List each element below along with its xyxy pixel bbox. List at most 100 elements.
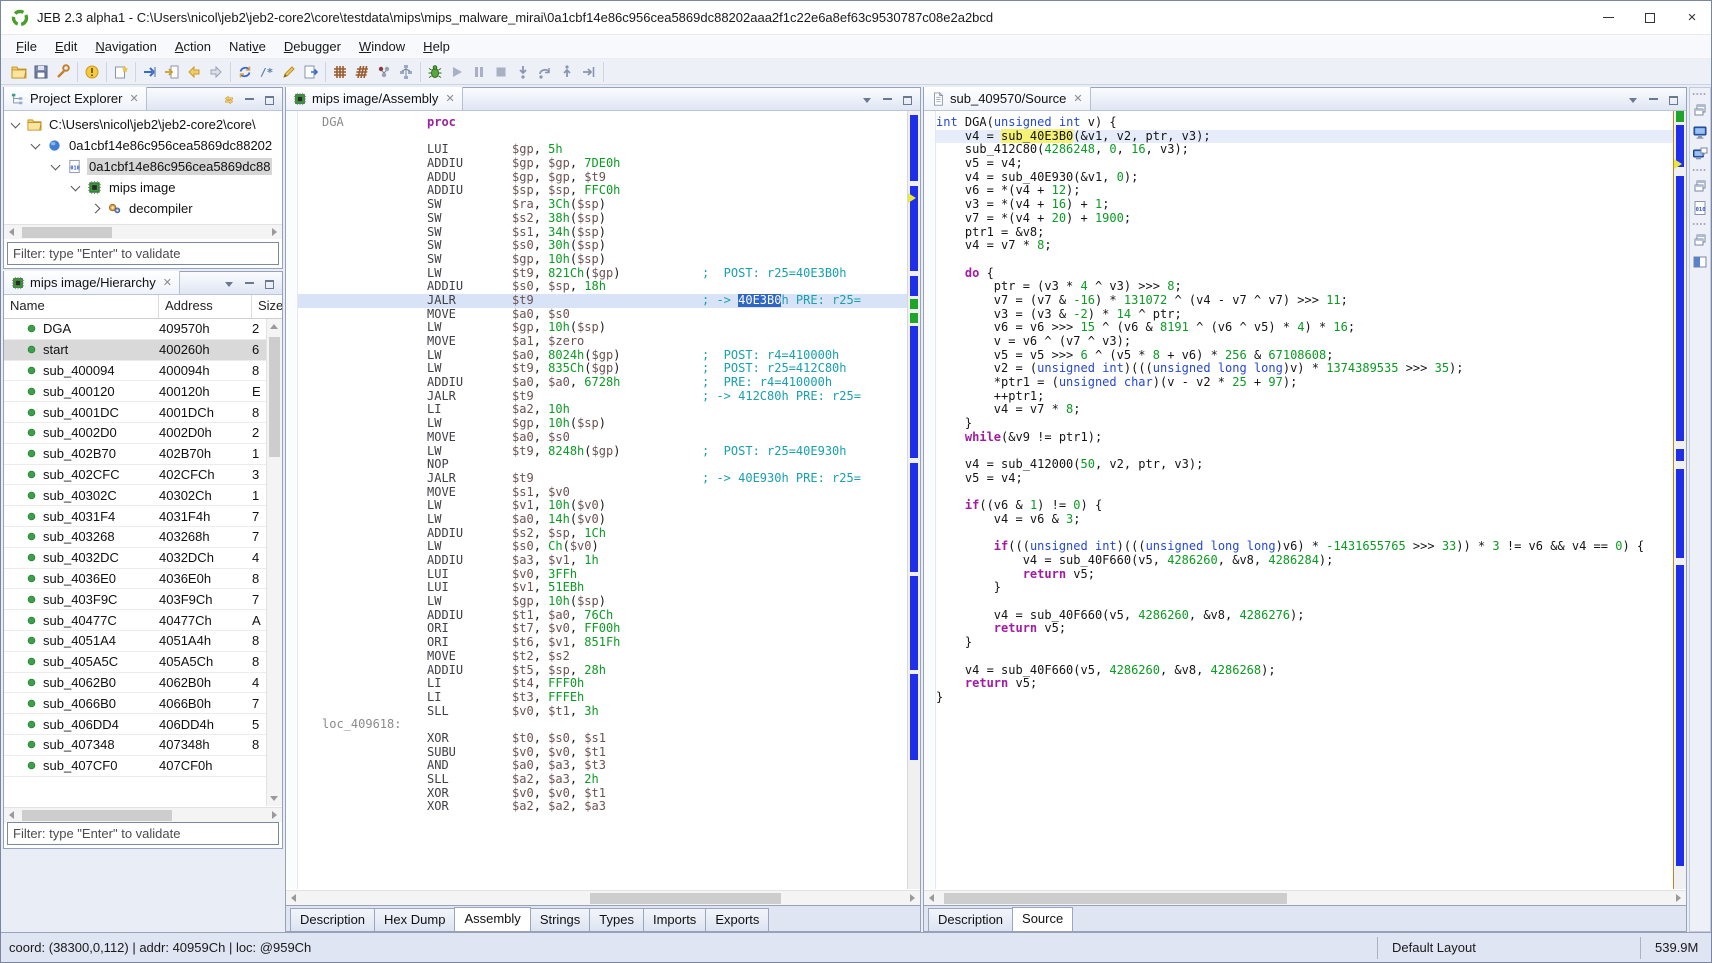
project-filter-input[interactable] xyxy=(7,242,279,265)
step-out-icon[interactable] xyxy=(556,62,578,82)
debugger-bug-icon[interactable] xyxy=(424,62,446,82)
column-header-name[interactable]: Name xyxy=(4,295,159,318)
close-icon[interactable]: ✕ xyxy=(445,92,454,105)
source-line[interactable]: return v5; xyxy=(936,622,1673,636)
control-flow-icon[interactable] xyxy=(395,62,417,82)
asm-line[interactable]: SLL$a2, $a3, 2h xyxy=(298,773,907,787)
asm-line[interactable]: LW$gp, 10h($sp) xyxy=(298,417,907,431)
source-line[interactable]: } xyxy=(936,636,1673,650)
asm-line[interactable]: SLL$v0, $t1, 3h xyxy=(298,705,907,719)
source-line[interactable]: v7 = *(v4 + 20) + 1900; xyxy=(936,212,1673,226)
source-line[interactable] xyxy=(936,650,1673,664)
asm-line[interactable]: LUI$v1, 51EBh xyxy=(298,581,907,595)
source-line[interactable]: ptr1 = &v8; xyxy=(936,226,1673,240)
tab-description[interactable]: Description xyxy=(928,908,1013,931)
source-line-selected[interactable]: v4 = sub_40E3B0(&v1, v2, ptr, v3); xyxy=(936,130,1673,144)
asm-line[interactable]: XOR$v0, $v0, $t1 xyxy=(298,787,907,801)
asm-line[interactable]: LW$s0, Ch($v0) xyxy=(298,540,907,554)
table-row-sub_40477c[interactable]: sub_40477C40477ChA xyxy=(4,610,266,631)
column-header-size[interactable]: Size xyxy=(252,295,282,318)
open-project-icon[interactable] xyxy=(8,62,30,82)
step-over-icon[interactable] xyxy=(534,62,556,82)
xref-grid-icon[interactable] xyxy=(329,62,351,82)
asm-line[interactable]: SW$gp, 10h($sp) xyxy=(298,253,907,267)
source-line[interactable] xyxy=(936,527,1673,541)
tools-icon[interactable] xyxy=(52,62,74,82)
source-line[interactable]: v4 = sub_40F660(v5, 4286260, &v8, 428628… xyxy=(936,554,1673,568)
menu-navigation[interactable]: Navigation xyxy=(86,37,165,56)
menu-native[interactable]: Native xyxy=(220,37,275,56)
source-line[interactable]: v4 = sub_412000(50, v2, ptr, v3); xyxy=(936,458,1673,472)
restore-icon[interactable] xyxy=(1690,230,1710,250)
table-row-sub_4066b0[interactable]: sub_4066B04066B0h7 xyxy=(4,693,266,714)
highlighted-token[interactable]: sub_40E3B0 xyxy=(1001,129,1073,143)
asm-line[interactable]: AND$a0, $a3, $t3 xyxy=(298,759,907,773)
menu-action[interactable]: Action xyxy=(166,37,220,56)
asm-line[interactable]: MOVE$a0, $s0 xyxy=(298,308,907,322)
source-line[interactable]: return v5; xyxy=(936,677,1673,691)
source-line[interactable]: v = v6 ^ (v7 ^ v3); xyxy=(936,335,1673,349)
maximize-panel-icon[interactable] xyxy=(900,94,914,106)
source-line[interactable]: v3 = *(v4 + 16) + 1; xyxy=(936,198,1673,212)
export-doc-icon[interactable] xyxy=(300,62,322,82)
tab-imports[interactable]: Imports xyxy=(643,908,706,931)
asm-line[interactable]: ADDU$gp, $gp, $t9 xyxy=(298,171,907,185)
assembly-hscrollbar[interactable] xyxy=(286,890,920,905)
menu-window[interactable]: Window xyxy=(350,37,414,56)
source-line[interactable]: v5 = v4; xyxy=(936,157,1673,171)
source-line[interactable]: *ptr1 = (unsigned char)(v - v2 * 25 + 97… xyxy=(936,376,1673,390)
source-line[interactable]: if((v6 & 1) != 0) { xyxy=(936,499,1673,513)
table-row-dga[interactable]: DGA409570h2 xyxy=(4,319,266,340)
asm-line[interactable]: JALR$t9; -> 40E930h PRE: r25= xyxy=(298,472,907,486)
chevron-down-icon[interactable] xyxy=(51,160,61,170)
source-line[interactable]: v6 = v6 >>> 15 ^ (v6 & 8191 ^ (v6 ^ v5) … xyxy=(936,321,1673,335)
source-line[interactable]: } xyxy=(936,417,1673,431)
table-row-sub_400120[interactable]: sub_400120400120hE xyxy=(4,381,266,402)
asm-line[interactable]: loc_409618: xyxy=(298,718,907,732)
hierarchy-vscrollbar[interactable] xyxy=(266,319,282,806)
menu-edit[interactable]: Edit xyxy=(46,37,86,56)
asm-line[interactable]: NOP xyxy=(298,458,907,472)
minimize-button[interactable] xyxy=(1587,1,1629,34)
minimize-panel-icon[interactable] xyxy=(880,94,894,106)
selected-token[interactable]: 40E3B0 xyxy=(738,294,781,307)
project-hscrollbar[interactable] xyxy=(4,224,282,239)
menu-help[interactable]: Help xyxy=(414,37,459,56)
close-icon[interactable]: ✕ xyxy=(129,92,138,105)
new-window-icon[interactable] xyxy=(110,62,132,82)
asm-line[interactable]: SW$s0, 30h($sp) xyxy=(298,239,907,253)
asm-line[interactable]: LI$a2, 10h xyxy=(298,403,907,417)
comment-icon[interactable]: /* xyxy=(256,62,278,82)
run-to-line-icon[interactable] xyxy=(578,62,600,82)
asm-line[interactable]: LUI$gp, 5h xyxy=(298,143,907,157)
asm-line[interactable]: MOVE$a0, $s0 xyxy=(298,431,907,445)
asm-line[interactable]: XOR$t0, $s0, $s1 xyxy=(298,732,907,746)
table-row-sub_405a5c[interactable]: sub_405A5C405A5Ch8 xyxy=(4,652,266,673)
close-icon[interactable]: ✕ xyxy=(1073,92,1082,105)
tab-hierarchy[interactable]: mips image/Hierarchy ✕ xyxy=(4,271,180,294)
table-row-sub_4032dc[interactable]: sub_4032DC4032DCh4 xyxy=(4,548,266,569)
table-row-sub_407cf0[interactable]: sub_407CF0407CF0h xyxy=(4,756,266,777)
chevron-down-icon[interactable] xyxy=(11,118,21,128)
assembly-overview-ruler[interactable] xyxy=(907,111,920,889)
close-icon[interactable]: ✕ xyxy=(163,276,172,289)
asm-line[interactable]: ADDIU$gp, $gp, 7DE0h xyxy=(298,157,907,171)
asm-line[interactable]: MOVE$t2, $s2 xyxy=(298,650,907,664)
menu-debugger[interactable]: Debugger xyxy=(275,37,350,56)
source-line[interactable]: v7 = (v7 & -16) * 131072 ^ (v4 - v7 ^ v7… xyxy=(936,294,1673,308)
tree-item-c-users-nicol-jeb2-jeb2-core2-[interactable]: C:\Users\nicol\jeb2\jeb2-core2\core\ xyxy=(4,114,282,135)
source-line[interactable]: v4 = sub_40F660(v5, 4286260, &v8, 428626… xyxy=(936,664,1673,678)
tab-exports[interactable]: Exports xyxy=(705,908,769,931)
nav-forward-icon[interactable] xyxy=(205,62,227,82)
hierarchy-hscrollbar[interactable] xyxy=(4,807,282,822)
asm-line[interactable]: LW$t9, 835Ch($gp); POST: r25=412C80h xyxy=(298,362,907,376)
tab-source[interactable]: Source xyxy=(1012,907,1073,931)
source-line[interactable]: v5 = v5 >>> 6 ^ (v5 * 8 + v6) * 256 & 67… xyxy=(936,349,1673,363)
source-line[interactable]: return v5; xyxy=(936,568,1673,582)
tab-types[interactable]: Types xyxy=(589,908,644,931)
asm-line[interactable]: ADDIU$a0, $a0, 6728h; PRE: r4=410000h xyxy=(298,376,907,390)
source-line[interactable] xyxy=(936,253,1673,267)
asm-line[interactable]: MOVE$a1, $zero xyxy=(298,335,907,349)
table-row-sub_40302c[interactable]: sub_40302C40302Ch1 xyxy=(4,485,266,506)
view-menu-icon[interactable] xyxy=(860,94,874,106)
